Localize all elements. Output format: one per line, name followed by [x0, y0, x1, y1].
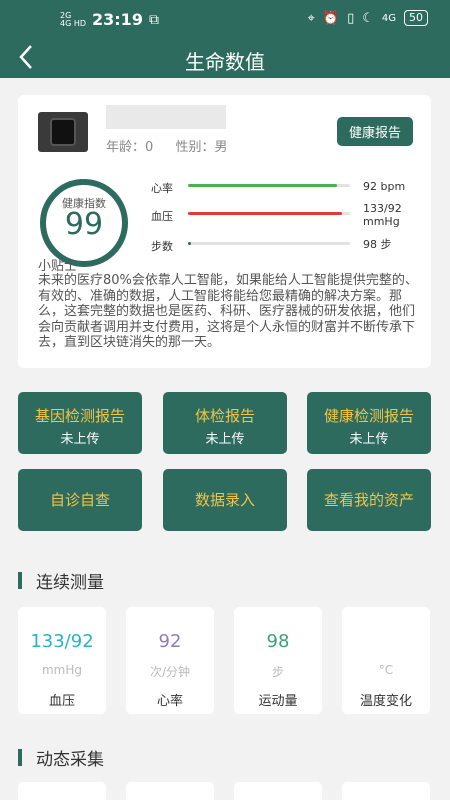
blood-pressure-value: 133/92 mmHg: [363, 202, 402, 228]
tile-gene-report-status: 未上传: [60, 432, 100, 447]
page-title: 生命数值: [185, 50, 265, 74]
measure-name: 温度变化: [359, 694, 412, 709]
notification-icon: ⧉: [148, 11, 159, 28]
steps-label: 步数: [151, 240, 173, 253]
tile-health-test-label: 健康检测报告: [323, 407, 414, 425]
nav-bar: 生命数值: [0, 38, 450, 78]
tile-data-entry-label: 数据录入: [194, 491, 255, 509]
tile-physical-exam-label: 体检报告: [194, 407, 255, 425]
tile-view-assets-label: 查看我的资产: [323, 491, 414, 509]
age-value: 0: [145, 140, 154, 155]
steps-bar-fill: [188, 242, 192, 245]
device-thumbnail: [38, 112, 88, 152]
section-dynamic-title: 动态采集: [36, 750, 104, 770]
section-marker: [18, 749, 22, 766]
status-left: 2G 4G HD 23:19 ⧉: [60, 10, 159, 29]
heart-rate-label: 心率: [151, 182, 173, 195]
measure-value: 133/92: [30, 631, 94, 652]
moon-icon: ☾: [362, 10, 374, 26]
tile-health-test-status: 未上传: [349, 432, 389, 447]
measure-unit: °C: [378, 663, 394, 677]
age-label: 年龄：: [106, 140, 146, 155]
tile-physical-exam-report[interactable]: 体检报告 未上传: [163, 392, 287, 454]
blood-pressure-bar-fill: [188, 212, 342, 215]
signal-4g-hd: 4G HD: [60, 18, 87, 28]
status-bar: 2G 4G HD 23:19 ⧉ ⌖ ⏰ ▯ ☾ 4G 50: [0, 0, 450, 38]
location-icon: ⌖: [307, 10, 315, 26]
blood-pressure-bar: [188, 212, 350, 215]
measure-value: 98: [266, 631, 290, 652]
age-field: 年龄：0: [106, 140, 153, 155]
status-right: ⌖ ⏰ ▯ ☾ 4G 50: [308, 10, 428, 26]
vibrate-icon: ▯: [347, 10, 355, 26]
tile-self-diagnosis[interactable]: 自诊自查: [18, 469, 142, 531]
health-index-value: 99: [64, 207, 104, 242]
measure-value: 92: [158, 631, 182, 652]
gender-label: 性别：: [175, 140, 215, 155]
steps-bar: [188, 242, 350, 245]
dynamic-card[interactable]: [342, 782, 430, 800]
measure-unit: 步: [271, 665, 284, 679]
section-continuous-title: 连续测量: [36, 573, 104, 593]
tile-self-diagnosis-label: 自诊自查: [49, 491, 110, 509]
alarm-icon: ⏰: [322, 10, 340, 26]
measure-card-temperature[interactable]: °C 温度变化: [342, 607, 430, 714]
heart-rate-value: 92 bpm: [363, 180, 406, 193]
dynamic-card[interactable]: [234, 782, 322, 800]
section-dynamic: 动态采集: [18, 745, 104, 770]
tile-gene-report-label: 基因检测报告: [34, 407, 125, 425]
signal-indicators: 2G 4G HD: [60, 11, 87, 28]
section-continuous: 连续测量: [18, 568, 104, 593]
health-card: 年龄：0 性别：男 健康报告 健康指数 99 小贴士 心率 92 bpm 血压 …: [18, 95, 431, 368]
measure-name: 运动量: [258, 694, 298, 709]
steps-value: 98 步: [363, 238, 392, 251]
tile-data-entry[interactable]: 数据录入: [163, 469, 287, 531]
network-label: 4G: [381, 12, 396, 24]
tile-health-test-report[interactable]: 健康检测报告 未上传: [307, 392, 431, 454]
heart-rate-bar: [188, 184, 350, 187]
watch-screen: [50, 118, 76, 146]
dynamic-card[interactable]: [18, 782, 106, 800]
tile-view-assets[interactable]: 查看我的资产: [307, 469, 431, 531]
gender-field: 性别：男: [175, 140, 227, 155]
heart-rate-bar-fill: [188, 184, 338, 187]
tile-physical-exam-status: 未上传: [205, 432, 245, 447]
battery-icon: 50: [404, 10, 428, 26]
section-marker: [18, 572, 22, 589]
tip-text: 未来的医疗80%会依靠人工智能，如果能给人工智能提供完整的、有效的、准确的数据，…: [38, 273, 418, 350]
status-time: 23:19: [92, 10, 143, 29]
measure-card-heart-rate[interactable]: 92 次/分钟 心率: [126, 607, 214, 714]
tip-title: 小贴士: [38, 259, 78, 274]
tile-gene-report[interactable]: 基因检测报告 未上传: [18, 392, 142, 454]
measure-unit: 次/分钟: [149, 665, 191, 679]
measure-unit: mmHg: [41, 663, 83, 677]
measure-name: 心率: [156, 694, 183, 709]
measure-card-exercise[interactable]: 98 步 运动量: [234, 607, 322, 714]
username-placeholder: [106, 105, 226, 129]
gender-value: 男: [214, 140, 228, 155]
health-report-button[interactable]: 健康报告: [336, 117, 413, 146]
dynamic-card[interactable]: [126, 782, 214, 800]
measure-name: 血压: [48, 694, 75, 709]
blood-pressure-label: 血压: [151, 210, 173, 223]
measure-value: [342, 631, 430, 653]
measure-card-blood-pressure[interactable]: 133/92 mmHg 血压: [18, 607, 106, 714]
profile-info: 年龄：0 性别：男: [106, 136, 245, 155]
